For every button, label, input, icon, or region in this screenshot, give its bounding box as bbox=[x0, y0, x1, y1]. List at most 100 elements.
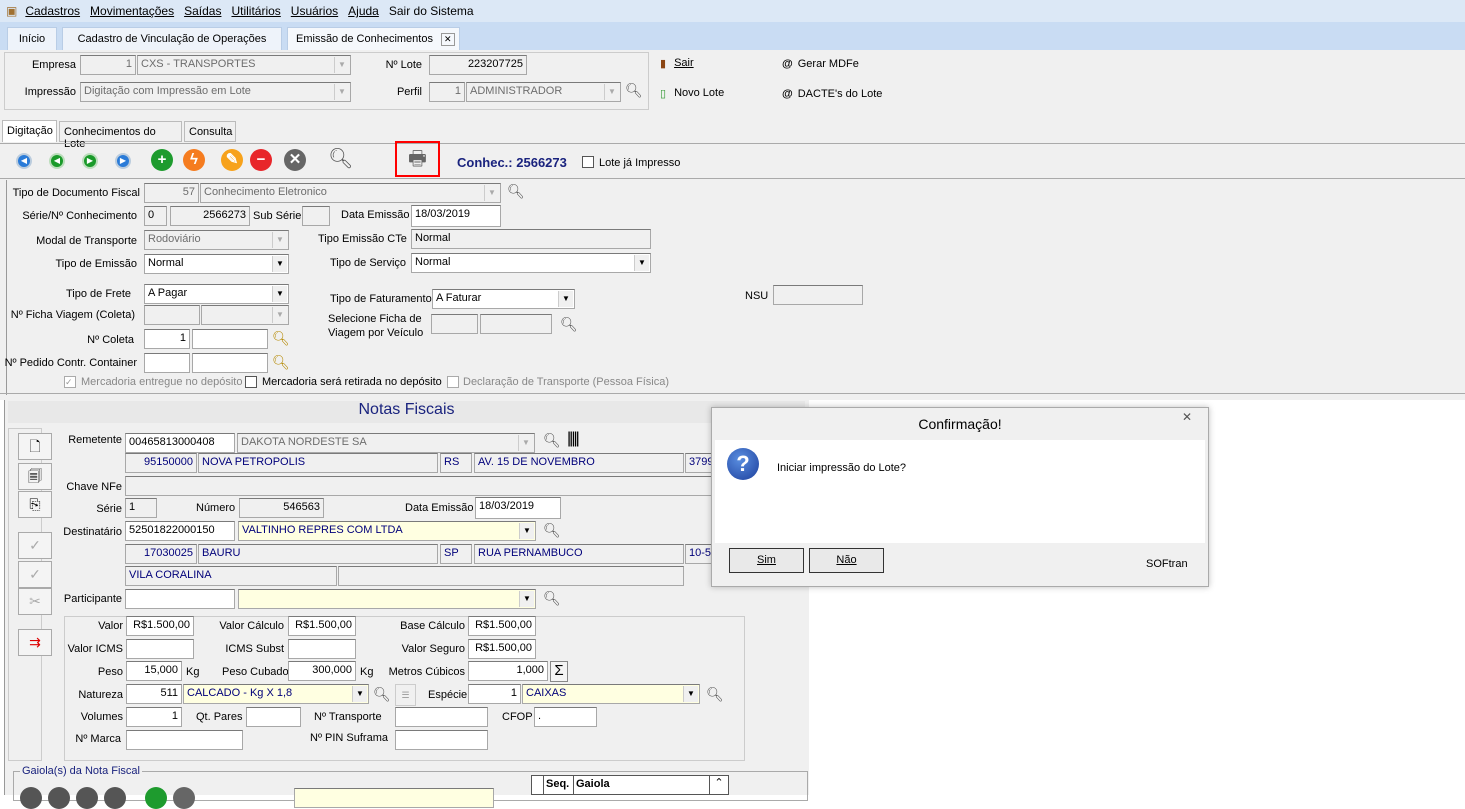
valor-seguro-label: Valor Seguro bbox=[401, 643, 465, 655]
marca-field[interactable] bbox=[126, 730, 243, 750]
add-list-icon[interactable]: ⇉ bbox=[18, 629, 52, 656]
search-icon[interactable]: 🔍︎ bbox=[706, 686, 724, 703]
valor-seguro-field[interactable]: R$1.500,00 bbox=[468, 639, 536, 659]
value: DAKOTA NORDESTE SA bbox=[241, 436, 367, 448]
gerar-mdfe-button[interactable]: @ Gerar MDFe bbox=[782, 58, 859, 70]
search-icon[interactable]: 🔍︎ bbox=[625, 82, 643, 99]
tab-cadastro-vinculacao[interactable]: Cadastro de Vinculação de Operações bbox=[62, 27, 282, 50]
dacte-lote-button[interactable]: @ DACTE's do Lote bbox=[782, 88, 882, 100]
search-icon[interactable]: 🔍︎ bbox=[543, 590, 561, 607]
base-calculo-field[interactable]: R$1.500,00 bbox=[468, 616, 536, 636]
no-button[interactable]: Não bbox=[809, 548, 884, 573]
print-button[interactable]: 🖶 bbox=[395, 141, 440, 177]
volumes-field[interactable]: 1 bbox=[126, 707, 182, 727]
search-icon[interactable]: 🔍︎ bbox=[507, 183, 525, 200]
edit-icon[interactable]: ✎ bbox=[221, 149, 243, 171]
cancel-icon[interactable]: ✕ bbox=[284, 149, 306, 171]
add-icon[interactable]: + bbox=[151, 149, 173, 171]
pin-field[interactable] bbox=[395, 730, 488, 750]
tab-emissao-conhecimentos[interactable]: Emissão de Conhecimentos ✕ bbox=[287, 27, 460, 50]
last-record-icon[interactable] bbox=[104, 787, 126, 809]
value: A Faturar bbox=[436, 292, 482, 304]
participante-select[interactable]: ▼ bbox=[238, 589, 536, 609]
menu-saidas[interactable]: Saídas bbox=[184, 4, 221, 18]
list-icon[interactable]: ☰ bbox=[395, 684, 416, 706]
first-record-icon[interactable] bbox=[20, 787, 42, 809]
coleta-field[interactable]: 1 bbox=[144, 329, 190, 349]
menu-sair[interactable]: Sair do Sistema bbox=[389, 4, 474, 18]
peso-cubado-field[interactable]: 300,000 bbox=[288, 661, 356, 681]
tipo-servico-select[interactable]: Normal ▼ bbox=[411, 253, 651, 273]
subtab-digitacao[interactable]: Digitação bbox=[2, 120, 57, 142]
scroll-up-icon[interactable]: ⌃ bbox=[710, 776, 728, 794]
search-icon[interactable]: 🔍︎ bbox=[328, 146, 353, 171]
brand-label: SOFtran bbox=[1146, 558, 1188, 570]
last-record-icon[interactable]: ▶ bbox=[115, 153, 131, 169]
next-record-icon[interactable]: ▶ bbox=[82, 153, 98, 169]
destinatario-cnpj[interactable]: 52501822000150 bbox=[125, 521, 235, 541]
natureza-code[interactable]: 511 bbox=[126, 684, 182, 704]
search-icon[interactable]: 🔍︎ bbox=[373, 686, 391, 703]
subtab-consulta[interactable]: Consulta bbox=[184, 121, 236, 142]
first-record-icon[interactable]: ◀ bbox=[16, 153, 32, 169]
remetente-cnpj[interactable]: 00465813000408 bbox=[125, 433, 235, 453]
novo-lote-button[interactable]: ▯ Novo Lote bbox=[660, 87, 724, 100]
yes-button[interactable]: Sim bbox=[729, 548, 804, 573]
search-icon[interactable]: 🔍︎ bbox=[543, 522, 561, 539]
participante-cnpj[interactable] bbox=[125, 589, 235, 609]
sub-serie-label: Sub Série bbox=[253, 210, 302, 222]
close-icon[interactable]: ✕ bbox=[1172, 410, 1202, 430]
menu-cadastros[interactable]: Cadastros bbox=[25, 4, 80, 18]
subtab-conhecimentos-lote[interactable]: Conhecimentos do Lote bbox=[59, 121, 182, 150]
prev-record-icon[interactable]: ◀ bbox=[49, 153, 65, 169]
peso-field[interactable]: 15,000 bbox=[126, 661, 182, 681]
entregue-checkbox[interactable]: ✓ bbox=[64, 376, 76, 388]
data-nf-field[interactable]: 18/03/2019 bbox=[475, 497, 561, 519]
next-record-icon[interactable] bbox=[76, 787, 98, 809]
delete-icon[interactable]: − bbox=[250, 149, 272, 171]
sum-button[interactable]: Σ bbox=[550, 661, 568, 682]
lote-impresso-checkbox[interactable] bbox=[582, 156, 594, 168]
sair-button[interactable]: ▮ Sair bbox=[660, 57, 694, 70]
lightning-icon[interactable]: ϟ bbox=[183, 149, 205, 171]
menu-movimentacoes[interactable]: Movimentações bbox=[90, 4, 174, 18]
delete-icon[interactable] bbox=[173, 787, 195, 809]
add-icon[interactable] bbox=[145, 787, 167, 809]
tipo-faturamento-select[interactable]: A Faturar ▼ bbox=[432, 289, 575, 309]
especie-select[interactable]: CAIXAS ▼ bbox=[522, 684, 700, 704]
search-icon[interactable]: 🔍︎ bbox=[272, 330, 290, 347]
valor-calculo-field[interactable]: R$1.500,00 bbox=[288, 616, 356, 636]
pedido-field-2[interactable] bbox=[192, 353, 268, 373]
prev-record-icon[interactable] bbox=[48, 787, 70, 809]
search-icon[interactable]: 🔍︎ bbox=[272, 354, 290, 371]
gaiola-select[interactable] bbox=[294, 788, 494, 808]
destinatario-select[interactable]: VALTINHO REPRES COM LTDA ▼ bbox=[238, 521, 536, 541]
cfop-field[interactable]: . bbox=[534, 707, 597, 727]
icms-subst-field[interactable] bbox=[288, 639, 356, 659]
transporte-field[interactable] bbox=[395, 707, 488, 727]
menu-usuarios[interactable]: Usuários bbox=[291, 4, 338, 18]
menu-ajuda[interactable]: Ajuda bbox=[348, 4, 379, 18]
especie-code[interactable]: 1 bbox=[468, 684, 521, 704]
close-icon[interactable]: ✕ bbox=[440, 32, 455, 46]
data-emissao-field[interactable]: 18/03/2019 bbox=[411, 205, 501, 227]
barcode-icon[interactable]: ||||| bbox=[567, 430, 580, 448]
retirada-checkbox[interactable] bbox=[245, 376, 257, 388]
metros-label: Metros Cúbicos bbox=[388, 666, 465, 678]
menu-utilitarios[interactable]: Utilitários bbox=[231, 4, 280, 18]
pedido-field[interactable] bbox=[144, 353, 190, 373]
search-icon[interactable]: 🔍︎ bbox=[543, 432, 561, 449]
tab-inicio[interactable]: Início bbox=[7, 27, 57, 50]
tipo-frete-select[interactable]: A Pagar ▼ bbox=[144, 284, 289, 304]
declaracao-checkbox[interactable] bbox=[447, 376, 459, 388]
tipo-emissao-select[interactable]: Normal ▼ bbox=[144, 254, 289, 274]
valor-icms-field[interactable] bbox=[126, 639, 194, 659]
valor-field[interactable]: R$1.500,00 bbox=[126, 616, 194, 636]
metros-field[interactable]: 1,000 bbox=[468, 661, 548, 681]
chevron-down-icon: ▼ bbox=[272, 256, 287, 272]
search-icon[interactable]: 🔍︎ bbox=[560, 316, 578, 333]
qt-pares-field[interactable] bbox=[246, 707, 301, 727]
natureza-select[interactable]: CALCADO - Kg X 1,8 ▼ bbox=[183, 684, 369, 704]
check-all-icon[interactable]: ✓ bbox=[18, 561, 52, 588]
coleta-field-2[interactable] bbox=[192, 329, 268, 349]
